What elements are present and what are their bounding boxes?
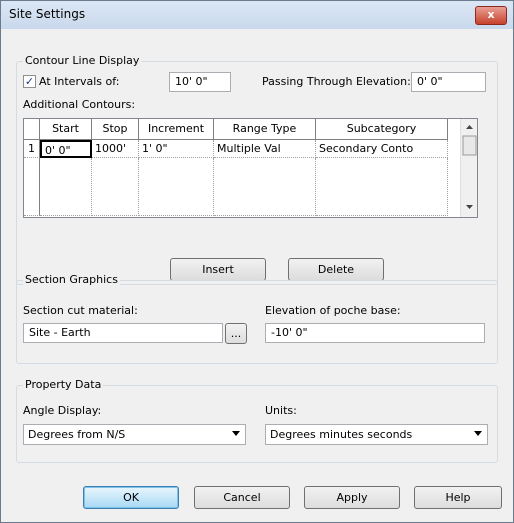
cell-range-type[interactable]: Multiple Val xyxy=(214,140,316,158)
section-cut-material-label: Section cut material: xyxy=(23,304,138,317)
angle-display-select[interactable]: Degrees from N/S xyxy=(23,424,246,445)
section-group-legend: Section Graphics xyxy=(23,273,120,286)
delete-button[interactable]: Delete xyxy=(288,258,384,281)
section-graphics-group: Section Graphics Section cut material: S… xyxy=(16,273,498,364)
empty-cell xyxy=(92,158,139,216)
angle-display-label: Angle Display: xyxy=(23,404,102,417)
scrollbar-arrows-icon xyxy=(462,125,477,209)
cancel-button[interactable]: Cancel xyxy=(194,486,290,509)
cell-start[interactable]: 0' 0" xyxy=(40,140,92,158)
property-group-legend: Property Data xyxy=(23,378,104,391)
empty-row-number xyxy=(24,158,40,216)
empty-cell xyxy=(40,158,92,216)
property-data-group: Property Data Angle Display: Degrees fro… xyxy=(16,378,498,463)
chevron-down-icon xyxy=(474,431,482,436)
angle-display-value: Degrees from N/S xyxy=(28,428,126,441)
help-button[interactable]: Help xyxy=(414,486,502,509)
contour-line-display-group: Contour Line Display ✓ At Intervals of: … xyxy=(16,54,498,285)
section-cut-material-input[interactable]: Site - Earth xyxy=(23,323,223,343)
dialog-body: Contour Line Display ✓ At Intervals of: … xyxy=(9,29,505,514)
poche-base-input[interactable]: -10' 0" xyxy=(265,323,485,343)
column-header-stop[interactable]: Stop xyxy=(92,119,139,140)
chevron-down-icon xyxy=(232,431,240,436)
close-button[interactable]: x xyxy=(475,6,507,25)
poche-base-label: Elevation of poche base: xyxy=(265,304,401,317)
additional-contours-table: Start Stop Increment Range Type Subcateg… xyxy=(23,118,478,218)
apply-button[interactable]: Apply xyxy=(304,486,400,509)
contour-group-legend: Contour Line Display xyxy=(23,54,142,67)
row-number: 1 xyxy=(24,140,40,158)
empty-cell xyxy=(214,158,316,216)
interval-input[interactable]: 10' 0" xyxy=(169,72,231,92)
cell-subcategory[interactable]: Secondary Conto xyxy=(316,140,448,158)
browse-material-button[interactable]: ... xyxy=(225,323,247,344)
passing-through-input[interactable]: 0' 0" xyxy=(411,72,486,92)
insert-button[interactable]: Insert xyxy=(170,258,266,281)
title-bar: Site Settings x xyxy=(1,1,513,29)
column-header-subcategory[interactable]: Subcategory xyxy=(316,119,448,140)
empty-cell xyxy=(316,158,448,216)
row-header-corner xyxy=(24,119,40,140)
dialog-title: Site Settings xyxy=(9,7,86,21)
empty-cell xyxy=(139,158,214,216)
passing-through-label: Passing Through Elevation: xyxy=(262,75,411,88)
column-header-start[interactable]: Start xyxy=(40,119,92,140)
at-intervals-checkbox[interactable]: ✓ xyxy=(23,75,36,88)
units-label: Units: xyxy=(265,404,297,417)
column-header-range-type[interactable]: Range Type xyxy=(214,119,316,140)
additional-contours-label: Additional Contours: xyxy=(23,98,136,111)
at-intervals-label: At Intervals of: xyxy=(39,75,120,88)
table-vertical-scrollbar[interactable] xyxy=(460,119,477,217)
site-settings-dialog: Site Settings x Contour Line Display ✓ A… xyxy=(0,0,514,523)
units-select[interactable]: Degrees minutes seconds xyxy=(265,424,488,445)
ok-button[interactable]: OK xyxy=(83,486,179,509)
cell-increment[interactable]: 1' 0" xyxy=(139,140,214,158)
cell-stop[interactable]: 1000' xyxy=(92,140,139,158)
column-header-increment[interactable]: Increment xyxy=(139,119,214,140)
units-value: Degrees minutes seconds xyxy=(270,428,413,441)
